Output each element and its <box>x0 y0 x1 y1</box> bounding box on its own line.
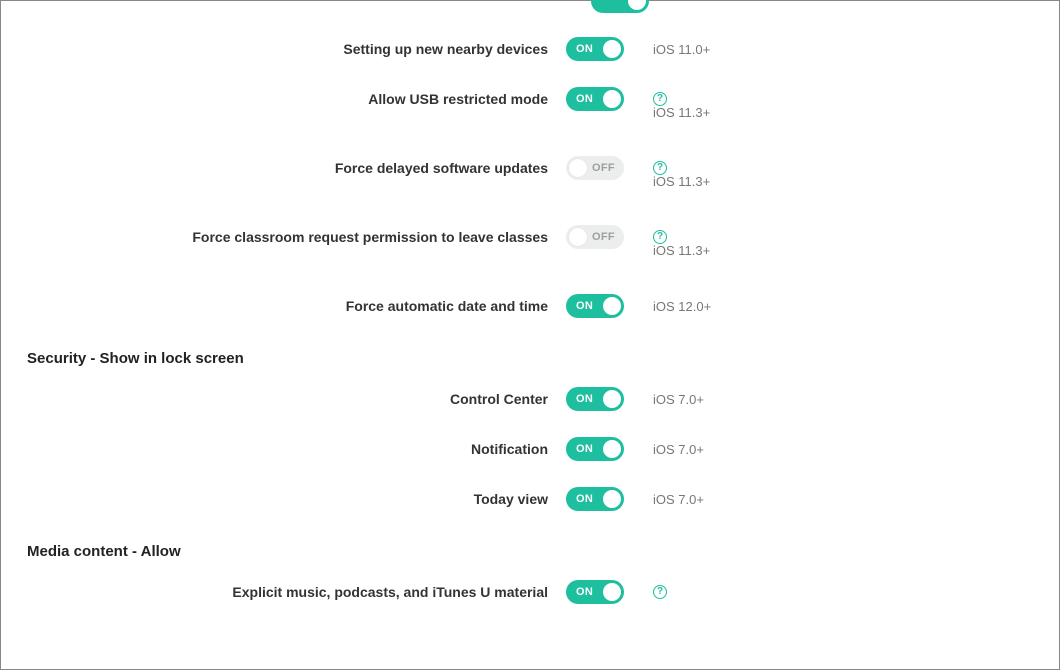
version-label: iOS 11.3+ <box>641 243 710 258</box>
setting-row-control-center: Control Center ON iOS 7.0+ <box>1 387 1059 411</box>
toggle-auto-datetime[interactable]: ON <box>566 294 624 318</box>
toggle-partial-top[interactable] <box>591 0 649 13</box>
toggle-on-label: ON <box>576 586 593 598</box>
setting-row-today-view: Today view ON iOS 7.0+ <box>1 487 1059 511</box>
toggle-on-label: ON <box>576 393 593 405</box>
setting-row-notification: Notification ON iOS 7.0+ <box>1 437 1059 461</box>
help-icon[interactable]: ? <box>653 92 667 106</box>
toggle-knob <box>603 440 621 458</box>
setting-row-nearby-devices: Setting up new nearby devices ON iOS 11.… <box>1 37 1059 61</box>
version-label: iOS 11.3+ <box>641 174 710 189</box>
version-label: iOS 11.0+ <box>653 42 710 57</box>
toggle-knob <box>603 490 621 508</box>
version-row-usb-restricted: iOS 11.3+ <box>1 105 1059 120</box>
toggle-on-label: ON <box>576 43 593 55</box>
toggle-notification[interactable]: ON <box>566 437 624 461</box>
version-label: iOS 7.0+ <box>653 392 704 407</box>
toggle-knob <box>603 297 621 315</box>
toggle-knob <box>603 40 621 58</box>
toggle-knob <box>603 390 621 408</box>
toggle-on-label: ON <box>576 93 593 105</box>
version-label: iOS 12.0+ <box>653 299 711 314</box>
section-header-lock-screen: Security - Show in lock screen <box>1 344 1059 387</box>
toggle-on-label: ON <box>576 300 593 312</box>
help-icon[interactable]: ? <box>653 585 667 599</box>
setting-label: Today view <box>1 491 566 507</box>
section-header-media-content: Media content - Allow <box>1 537 1059 580</box>
toggle-usb-restricted[interactable]: ON <box>566 87 624 111</box>
toggle-classroom-leave[interactable]: OFF <box>566 225 624 249</box>
version-label: iOS 7.0+ <box>653 492 704 507</box>
setting-row-explicit: Explicit music, podcasts, and iTunes U m… <box>1 580 1059 604</box>
setting-label: Explicit music, podcasts, and iTunes U m… <box>1 584 566 600</box>
toggle-on-label: ON <box>576 443 593 455</box>
version-row-delayed-updates: iOS 11.3+ <box>1 174 1059 189</box>
version-label: iOS 11.3+ <box>641 105 710 120</box>
setting-label: Control Center <box>1 391 566 407</box>
toggle-explicit[interactable]: ON <box>566 580 624 604</box>
toggle-knob <box>628 0 646 10</box>
toggle-knob <box>603 90 621 108</box>
toggle-off-label: OFF <box>592 231 615 243</box>
help-icon[interactable]: ? <box>653 161 667 175</box>
setting-label: Force automatic date and time <box>1 298 566 314</box>
setting-label: Setting up new nearby devices <box>1 41 566 57</box>
setting-row-auto-datetime: Force automatic date and time ON iOS 12.… <box>1 294 1059 318</box>
toggle-knob <box>603 583 621 601</box>
version-label: iOS 7.0+ <box>653 442 704 457</box>
toggle-control-center[interactable]: ON <box>566 387 624 411</box>
toggle-off-label: OFF <box>592 162 615 174</box>
toggle-nearby-devices[interactable]: ON <box>566 37 624 61</box>
version-row-classroom-leave: iOS 11.3+ <box>1 243 1059 258</box>
toggle-on-label: ON <box>576 493 593 505</box>
setting-label: Notification <box>1 441 566 457</box>
toggle-knob <box>569 159 587 177</box>
help-icon[interactable]: ? <box>653 230 667 244</box>
toggle-knob <box>569 228 587 246</box>
toggle-delayed-updates[interactable]: OFF <box>566 156 624 180</box>
toggle-today-view[interactable]: ON <box>566 487 624 511</box>
